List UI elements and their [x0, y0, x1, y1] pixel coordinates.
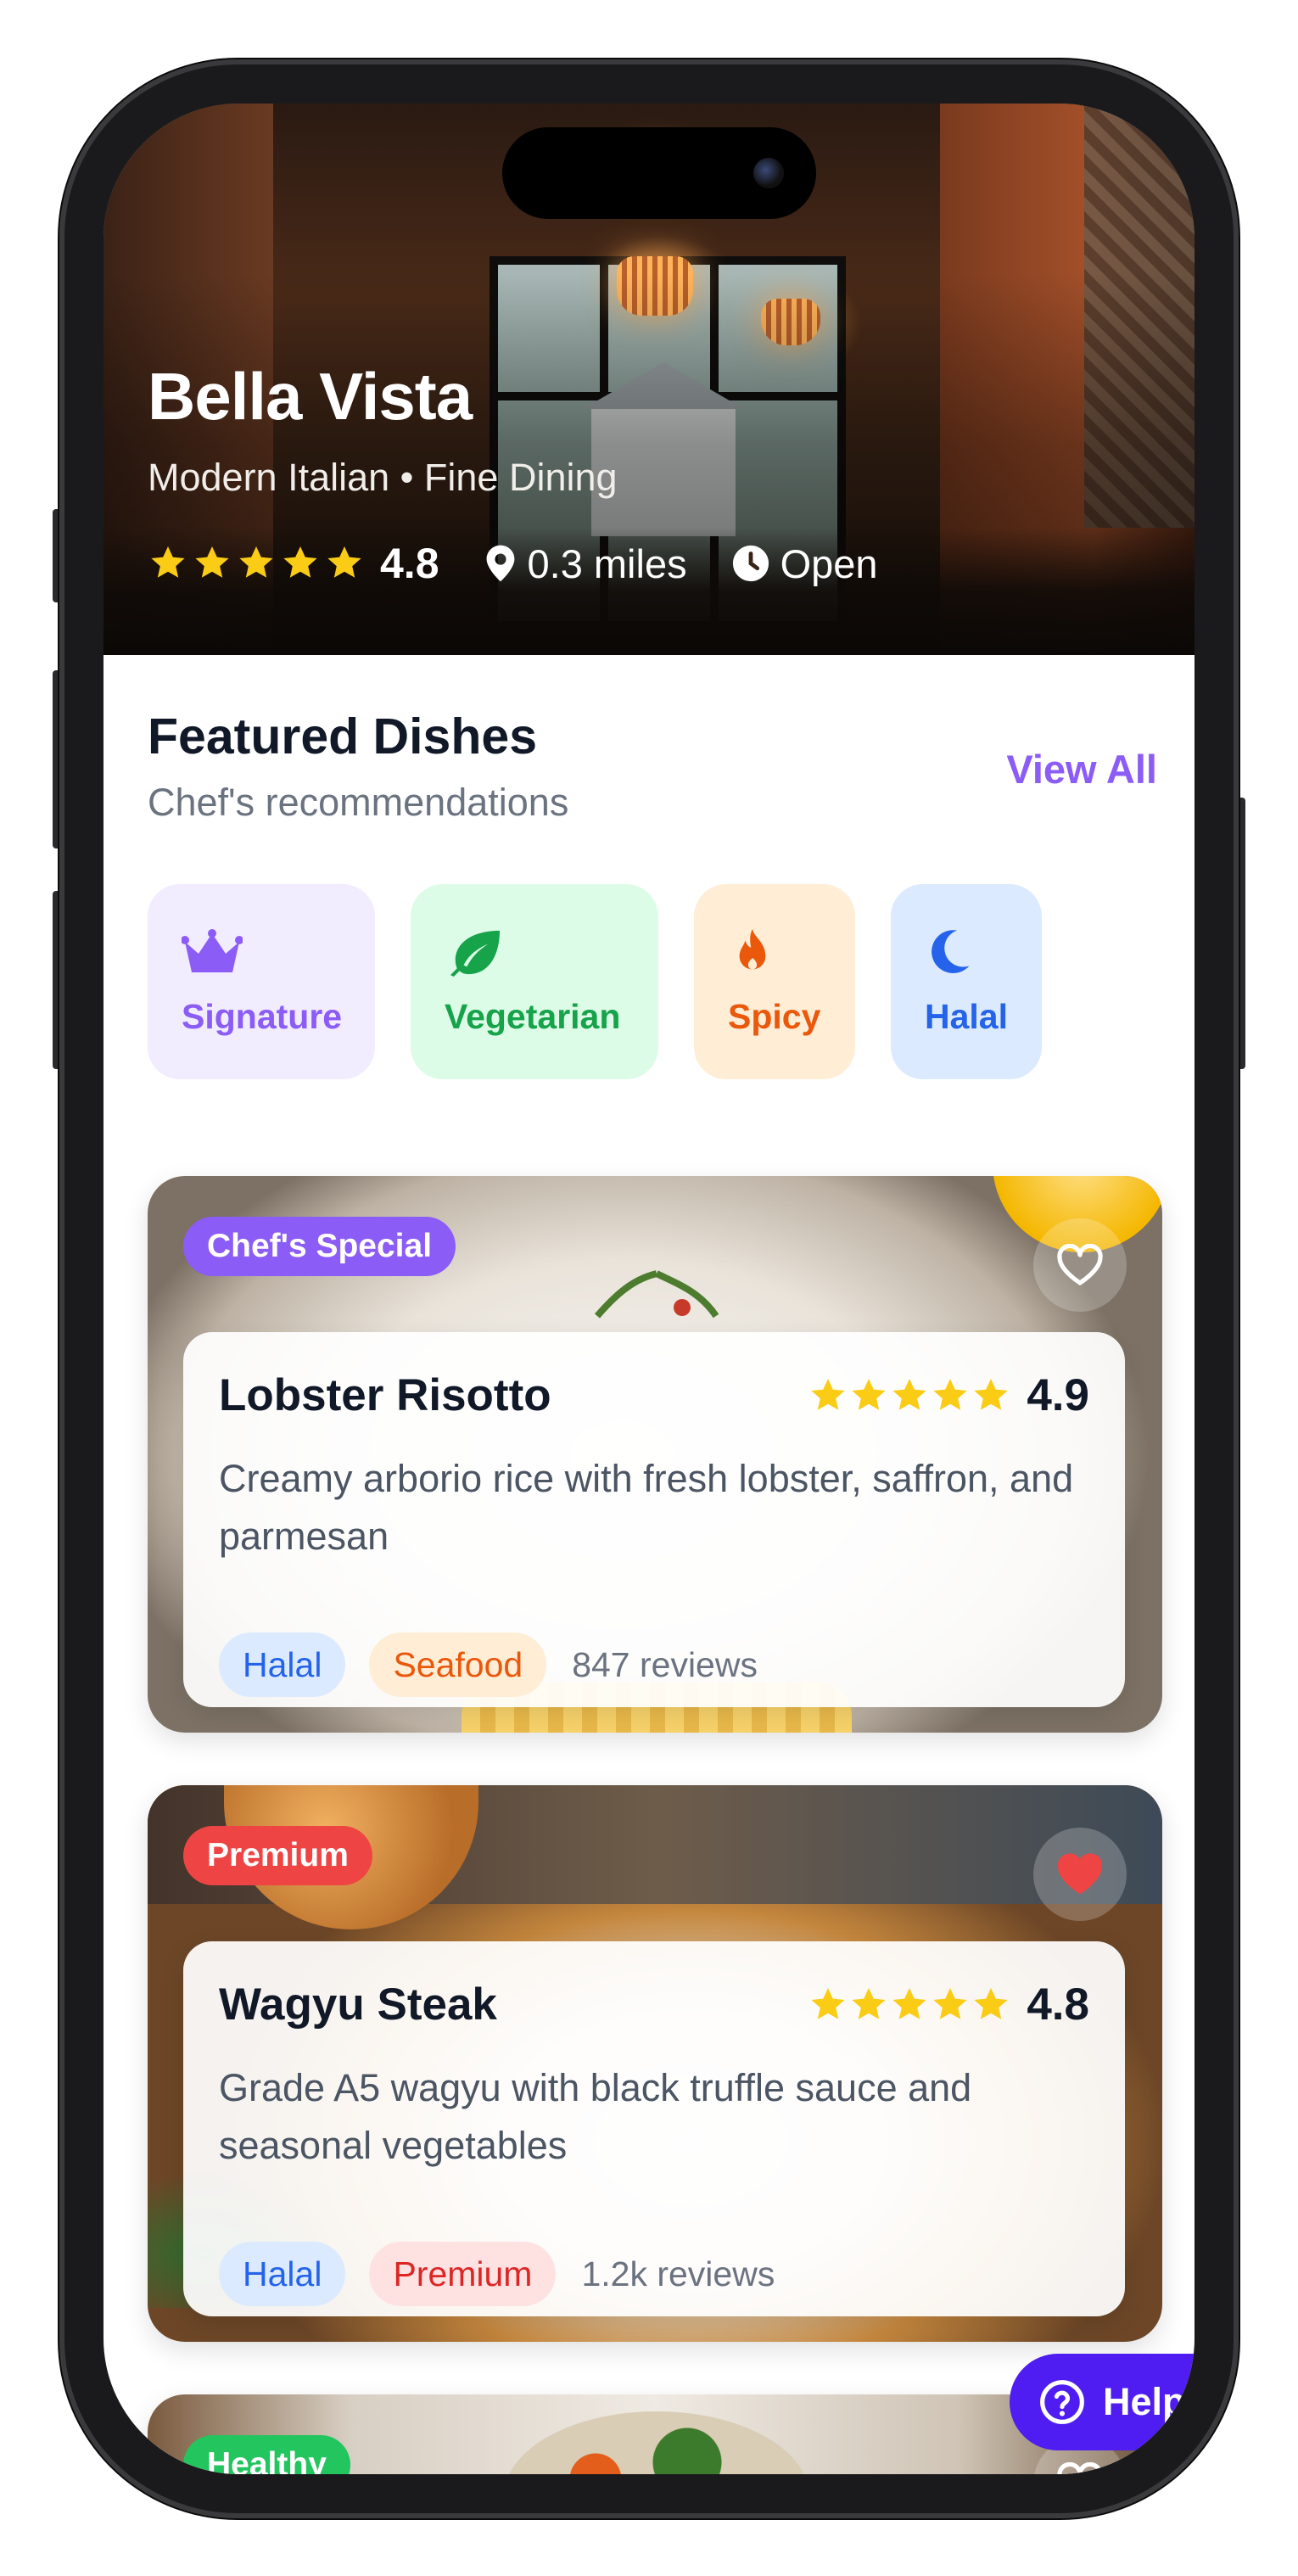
moon-icon [932, 929, 970, 973]
star-icon [933, 1987, 967, 2019]
dish-tag: Halal [219, 2242, 346, 2306]
fire-icon [739, 928, 766, 969]
question-circle-icon [1040, 2380, 1084, 2424]
food-photo-salad [504, 2411, 809, 2474]
dish-description: Creamy arborio rice with fresh lobster, … [219, 1457, 1074, 1558]
chip-label: Spicy [728, 996, 821, 1036]
star-icon [892, 1987, 926, 2019]
distance-text: 0.3 miles [527, 540, 687, 586]
chip-label: Signature [182, 996, 343, 1036]
clock-icon [732, 545, 769, 582]
category-chip-signature[interactable]: Signature [148, 884, 375, 1079]
star-icon [852, 1378, 886, 1410]
view-all-link[interactable]: View All [1006, 746, 1157, 792]
category-chip-halal[interactable]: Halal [891, 884, 1042, 1079]
restaurant-meta: 4.8 0.3 miles Open [148, 539, 878, 588]
rating-stars [148, 543, 365, 584]
status-text: Open [780, 540, 878, 586]
help-button[interactable]: Help [1010, 2354, 1194, 2450]
favorite-button[interactable] [1033, 1218, 1127, 1312]
dish-badge: Premium [183, 1826, 372, 1885]
star-icon [933, 1378, 967, 1410]
dish-card[interactable]: Chef's Special Lobster Risotto 4.9 Cream… [148, 1176, 1162, 1733]
dish-info-panel: Lobster Risotto 4.9 Creamy arborio rice … [183, 1332, 1125, 1707]
dish-name: Wagyu Steak [219, 1980, 497, 2030]
open-status: Open [731, 540, 878, 587]
dish-card[interactable]: Premium Wagyu Steak 4.8 Grade A5 wagyu w… [148, 1785, 1162, 2342]
heart-outline-icon [1057, 1244, 1103, 1285]
star-icon [974, 1987, 1008, 2019]
star-icon [852, 1987, 886, 2019]
dynamic-island [502, 127, 816, 219]
app-screen: Bella Vista Modern Italian • Fine Dining… [104, 104, 1194, 2474]
dish-name: Lobster Risotto [219, 1370, 551, 1420]
heart-outline-icon [1057, 2462, 1103, 2474]
crown-icon [182, 928, 243, 972]
star-icon [327, 546, 361, 578]
dish-tag: Premium [369, 2242, 557, 2306]
leaf-icon [450, 930, 500, 977]
favorite-button[interactable] [1033, 1828, 1127, 1921]
chip-label: Halal [925, 996, 1008, 1036]
star-icon [239, 546, 273, 578]
star-icon [195, 546, 229, 578]
star-icon [811, 1378, 845, 1410]
dish-rating-value: 4.9 [1027, 1370, 1089, 1420]
chip-label: Vegetarian [445, 996, 621, 1036]
star-icon [151, 546, 185, 578]
category-chip-spicy[interactable]: Spicy [694, 884, 855, 1079]
distance-info: 0.3 miles [484, 540, 687, 587]
star-icon [283, 546, 317, 578]
front-camera [753, 158, 784, 188]
dish-description: Grade A5 wagyu with black truffle sauce … [219, 2066, 972, 2167]
dish-badge: Healthy [183, 2435, 350, 2474]
dish-tag: Halal [219, 1632, 346, 1697]
review-count: 847 reviews [572, 1644, 758, 1684]
heart-filled-icon [1057, 1853, 1103, 1894]
restaurant-subtitle: Modern Italian • Fine Dining [148, 456, 618, 499]
location-pin-icon [486, 545, 514, 582]
dish-info-panel: Wagyu Steak 4.8 Grade A5 wagyu with blac… [183, 1941, 1125, 2316]
dish-tags: Halal Seafood 847 reviews [219, 1632, 758, 1697]
star-icon [811, 1987, 845, 2019]
restaurant-rating: 4.8 [380, 540, 439, 587]
dish-rating: 4.8 [808, 1979, 1089, 2030]
help-label: Help [1103, 2380, 1186, 2423]
dish-badge: Chef's Special [183, 1217, 456, 1276]
review-count: 1.2k reviews [581, 2254, 775, 2293]
food-photo-herb [594, 1270, 719, 1319]
category-chip-vegetarian[interactable]: Vegetarian [411, 884, 658, 1079]
star-icon [892, 1378, 926, 1410]
dish-tag: Seafood [369, 1632, 547, 1697]
category-chips: Signature Vegetarian Spicy Halal [148, 884, 1042, 1079]
restaurant-name: Bella Vista [148, 359, 473, 434]
featured-header: Featured Dishes Chef's recommendations V… [148, 708, 1157, 825]
star-icon [974, 1378, 1008, 1410]
dish-tags: Halal Premium 1.2k reviews [219, 2242, 775, 2306]
dish-rating: 4.9 [808, 1369, 1089, 1421]
dish-rating-value: 4.8 [1027, 1980, 1089, 2030]
